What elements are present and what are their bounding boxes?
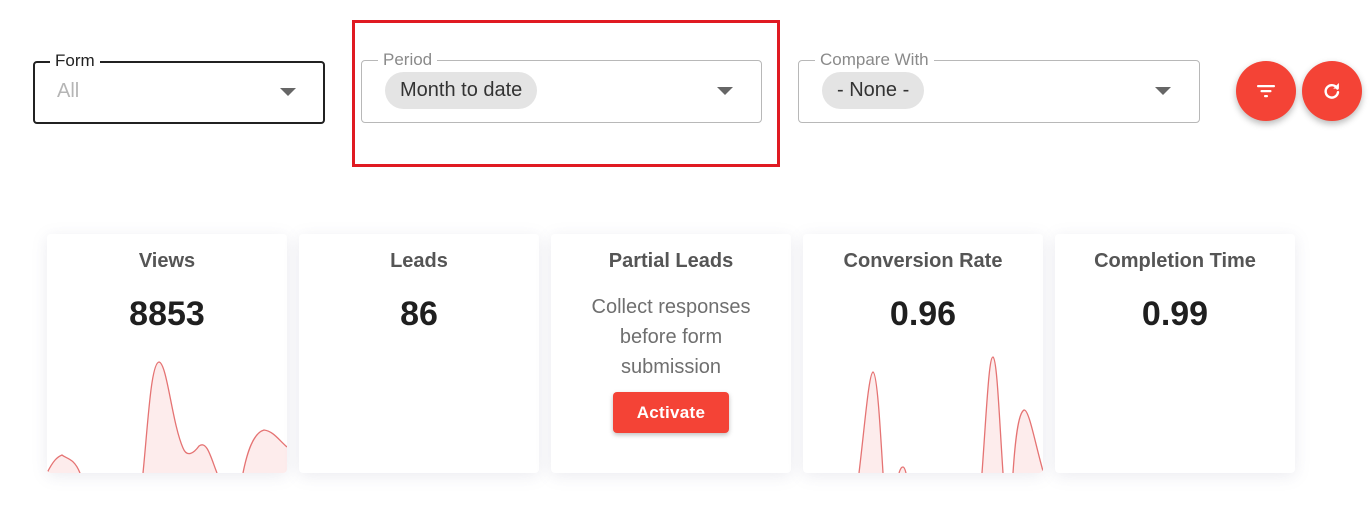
views-sparkline (47, 361, 287, 473)
partial-leads-card: Partial Leads Collect responses before f… (551, 234, 791, 473)
views-card: Views 8853 (47, 234, 287, 473)
card-title: Completion Time (1094, 250, 1256, 272)
refresh-button[interactable] (1302, 61, 1362, 121)
activate-button[interactable]: Activate (613, 392, 729, 433)
refresh-icon (1324, 83, 1340, 99)
card-value: 86 (400, 295, 438, 333)
card-description: Collect responses before form submission (591, 296, 751, 378)
chevron-down-icon (1155, 87, 1171, 95)
card-value: 0.99 (1141, 295, 1209, 333)
form-select[interactable]: Form All (33, 52, 325, 124)
compare-with-select-chip: - None - (822, 72, 925, 109)
filter-icon (1257, 85, 1275, 98)
card-title: Conversion Rate (843, 250, 1003, 272)
form-select-label: Form (50, 52, 100, 70)
card-title: Views (138, 250, 196, 272)
compare-with-select[interactable]: Compare With - None - (798, 51, 1200, 123)
compare-with-select-label: Compare With (815, 51, 934, 69)
sparkline-area (859, 357, 1043, 473)
conversion-rate-sparkline (858, 356, 1043, 473)
card-title: Partial Leads (608, 250, 734, 272)
chevron-down-icon (280, 88, 296, 96)
conversion-rate-card: Conversion Rate 0.96 (803, 234, 1043, 473)
leads-card: Leads 86 (299, 234, 539, 473)
sparkline-area (47, 362, 287, 473)
period-highlight-box (352, 20, 780, 167)
card-title: Leads (390, 250, 448, 272)
card-value: 8853 (129, 295, 205, 333)
card-value: 0.96 (889, 295, 957, 333)
completion-time-card: Completion Time 0.99 (1055, 234, 1295, 473)
filter-button[interactable] (1236, 61, 1296, 121)
form-select-value: All (57, 80, 80, 102)
